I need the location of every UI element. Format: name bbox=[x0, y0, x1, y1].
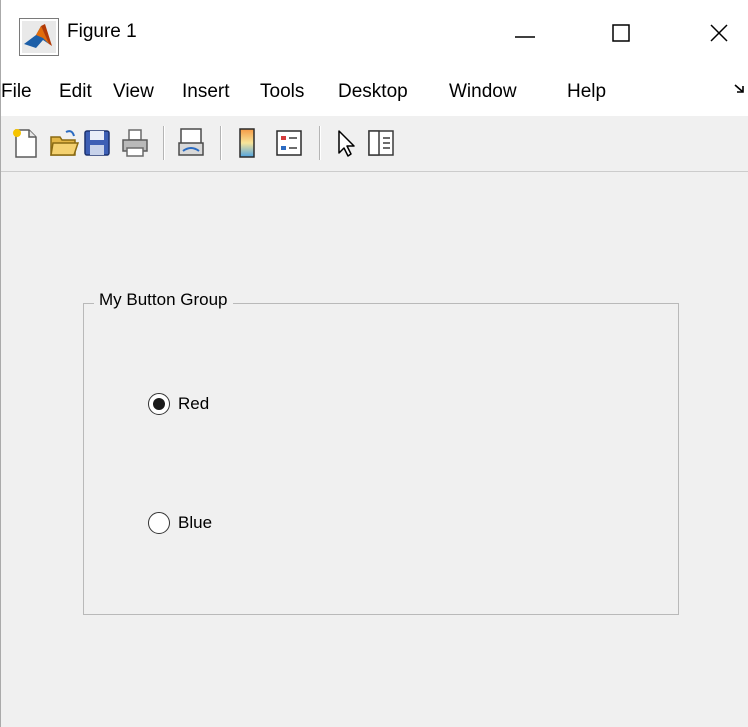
menu-bar: File Edit View Insert Tools Desktop Wind… bbox=[1, 70, 748, 116]
link-plot-icon[interactable] bbox=[175, 126, 207, 160]
radio-button-unselected[interactable] bbox=[148, 512, 170, 534]
menu-window[interactable]: Window bbox=[449, 81, 517, 103]
radio-option-blue[interactable]: Blue bbox=[148, 512, 212, 534]
print-figure-icon[interactable] bbox=[119, 126, 151, 160]
button-group-title: My Button Group bbox=[94, 290, 233, 310]
edit-plot-arrow-icon[interactable] bbox=[329, 126, 361, 160]
radio-label-red[interactable]: Red bbox=[178, 394, 209, 414]
save-figure-icon[interactable] bbox=[81, 126, 113, 160]
window-title: Figure 1 bbox=[67, 21, 137, 42]
toolbar-separator bbox=[163, 126, 165, 160]
radio-label-blue[interactable]: Blue bbox=[178, 513, 212, 533]
menu-insert[interactable]: Insert bbox=[182, 81, 230, 103]
open-file-icon[interactable] bbox=[48, 126, 80, 160]
radio-button-selected[interactable] bbox=[148, 393, 170, 415]
maximize-icon bbox=[610, 22, 632, 49]
insert-colorbar-icon[interactable] bbox=[231, 126, 263, 160]
title-bar[interactable]: Figure 1 bbox=[1, 0, 748, 70]
figure-toolbar bbox=[1, 116, 748, 172]
menu-help[interactable]: Help bbox=[567, 81, 606, 103]
menu-overflow-arrow-icon[interactable] bbox=[733, 82, 747, 96]
property-editor-icon[interactable] bbox=[365, 126, 397, 160]
menu-file[interactable]: File bbox=[1, 81, 32, 103]
menu-edit[interactable]: Edit bbox=[59, 81, 92, 103]
close-icon bbox=[708, 22, 730, 49]
radio-selected-dot bbox=[153, 398, 165, 410]
menu-desktop[interactable]: Desktop bbox=[338, 81, 408, 103]
radio-option-red[interactable]: Red bbox=[148, 393, 209, 415]
close-button[interactable] bbox=[693, 8, 745, 62]
minimize-icon bbox=[514, 22, 536, 49]
minimize-button[interactable] bbox=[499, 8, 551, 62]
toolbar-separator bbox=[220, 126, 222, 160]
menu-view[interactable]: View bbox=[113, 81, 154, 103]
matlab-logo-icon bbox=[19, 18, 59, 56]
figure-window: Figure 1 File Edit View Insert Tools Des… bbox=[0, 0, 748, 727]
toolbar-separator bbox=[319, 126, 321, 160]
maximize-button[interactable] bbox=[595, 8, 647, 62]
menu-tools[interactable]: Tools bbox=[260, 81, 304, 103]
button-group-panel bbox=[83, 303, 679, 615]
new-figure-icon[interactable] bbox=[9, 126, 41, 160]
insert-legend-icon[interactable] bbox=[273, 126, 305, 160]
